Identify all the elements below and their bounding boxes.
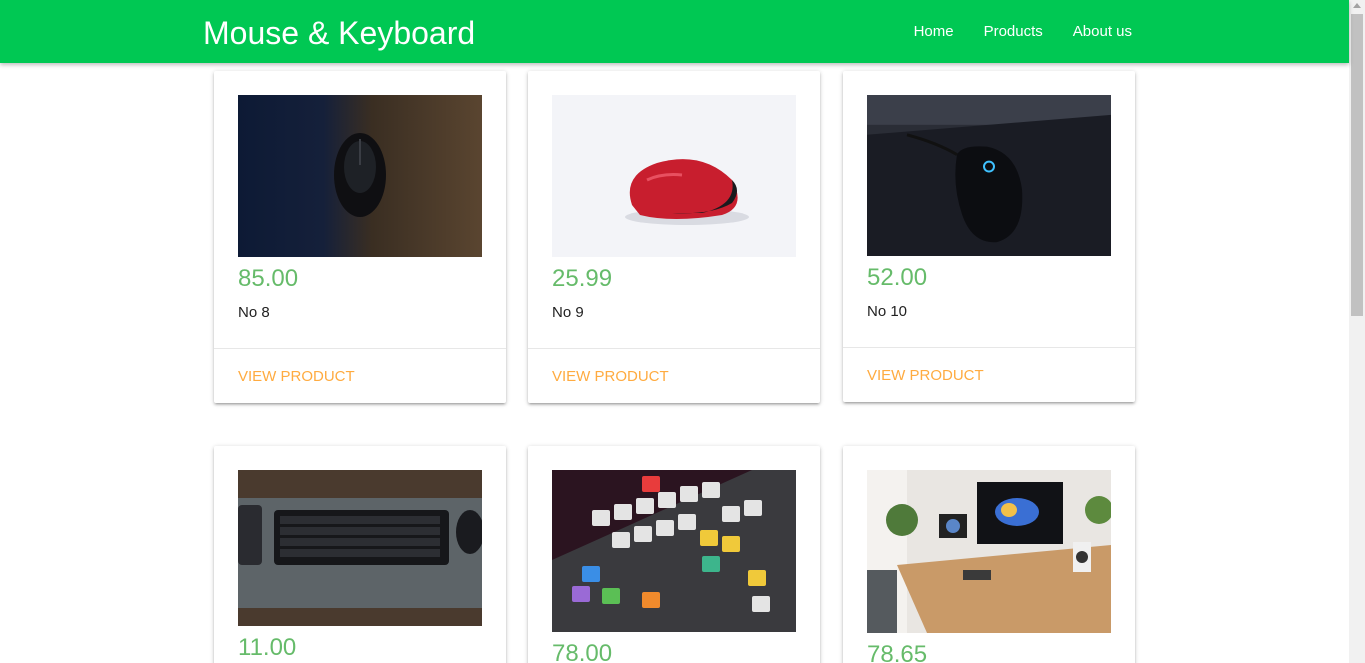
product-image[interactable] bbox=[867, 470, 1111, 633]
view-product-link[interactable]: VIEW PRODUCT bbox=[238, 367, 355, 387]
keyboard-photo bbox=[238, 470, 482, 626]
product-card: 78.00 bbox=[528, 446, 820, 663]
nav-products-link[interactable]: Products bbox=[969, 20, 1058, 44]
product-card: 78.65 bbox=[843, 446, 1135, 663]
scroll-up-arrow-icon[interactable] bbox=[1353, 3, 1361, 8]
product-card: 85.00 No 8 VIEW PRODUCT bbox=[214, 71, 506, 403]
product-image[interactable] bbox=[552, 470, 796, 632]
product-image[interactable] bbox=[238, 95, 482, 257]
product-name: No 10 bbox=[867, 303, 908, 320]
product-image[interactable] bbox=[552, 95, 796, 257]
product-card: 25.99 No 9 VIEW PRODUCT bbox=[528, 71, 820, 403]
view-product-link[interactable]: VIEW PRODUCT bbox=[867, 366, 984, 386]
product-price: 25.99 bbox=[552, 265, 613, 292]
view-product-link[interactable]: VIEW PRODUCT bbox=[552, 367, 669, 387]
top-navbar: Mouse & Keyboard Home Products About us bbox=[0, 0, 1349, 63]
product-price: 78.65 bbox=[867, 641, 928, 663]
scrollbar-thumb[interactable] bbox=[1351, 14, 1363, 316]
product-name: No 8 bbox=[238, 304, 270, 321]
nav-links: Home Products About us bbox=[899, 20, 1132, 44]
mouse-photo bbox=[552, 95, 796, 257]
product-price: 52.00 bbox=[867, 264, 928, 291]
card-action: VIEW PRODUCT bbox=[528, 348, 820, 403]
product-name: No 9 bbox=[552, 304, 584, 321]
product-price: 11.00 bbox=[238, 634, 297, 661]
page-scrollbar[interactable] bbox=[1349, 0, 1365, 663]
product-image[interactable] bbox=[238, 470, 482, 626]
product-card: 52.00 No 10 VIEW PRODUCT bbox=[843, 71, 1135, 402]
product-price: 85.00 bbox=[238, 265, 299, 292]
card-action: VIEW PRODUCT bbox=[214, 348, 506, 403]
nav-home-link[interactable]: Home bbox=[899, 20, 969, 44]
mouse-photo bbox=[867, 95, 1111, 256]
desk-setup-photo bbox=[867, 470, 1111, 633]
keyboard-photo bbox=[552, 470, 796, 632]
product-price: 78.00 bbox=[552, 640, 613, 663]
brand-logo[interactable]: Mouse & Keyboard bbox=[203, 13, 475, 53]
product-card: 11.00 bbox=[214, 446, 506, 663]
card-action: VIEW PRODUCT bbox=[843, 347, 1135, 402]
product-image[interactable] bbox=[867, 95, 1111, 256]
nav-about-link[interactable]: About us bbox=[1058, 20, 1132, 44]
mouse-photo bbox=[238, 95, 482, 257]
